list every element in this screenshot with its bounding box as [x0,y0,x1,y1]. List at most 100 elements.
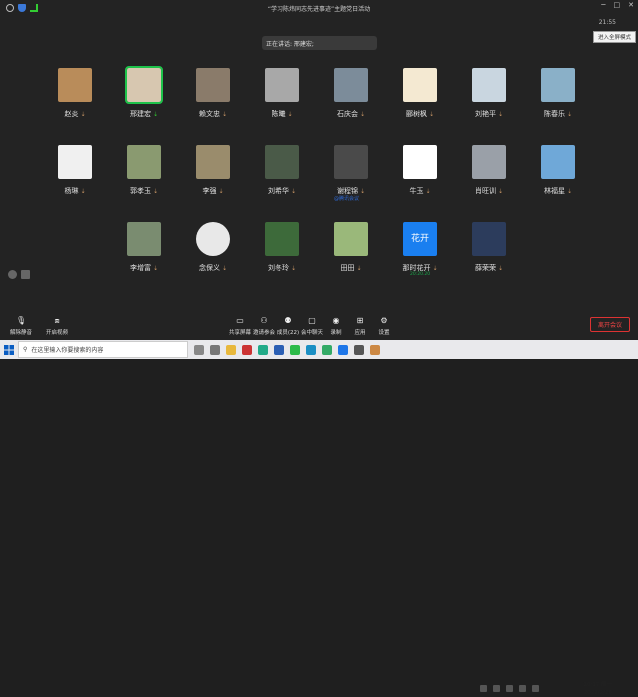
mic-icon: ⇣ [290,188,297,195]
app-icon[interactable] [370,344,380,355]
app-icon[interactable] [322,344,332,355]
participant-name: 赵炎 ⇣ [64,110,86,118]
mic-icon: ⇣ [497,265,504,272]
tencent-meeting-icon[interactable] [338,344,348,355]
mic-icon: ⇣ [221,111,228,118]
participant-avatar[interactable] [472,68,506,102]
windows-taskbar: ⚲ 在这里输入你要搜索的内容 20:17 周一 2022/2/28 [0,340,638,696]
mic-icon: ⇣ [566,188,573,195]
participant-avatar[interactable] [127,222,161,256]
fullscreen-tooltip: 进入全屏模式 [592,31,636,43]
participant-avatar[interactable] [58,68,92,102]
unmute-button[interactable]: 🎙 解除静音 [8,316,34,336]
participant-avatar[interactable]: 花开 [403,222,437,256]
signal-icon[interactable] [30,4,38,12]
participant-avatar[interactable] [334,145,368,179]
shield-icon[interactable] [18,4,26,12]
participant-avatar[interactable] [334,68,368,102]
participant-avatar[interactable] [472,222,506,256]
mic-icon: ⇣ [80,188,86,195]
participant-name: 念保义 ⇣ [198,264,228,272]
wechat-icon[interactable] [290,344,300,355]
apps-button[interactable]: ⊞ 应用 [348,316,372,336]
leave-meeting-button[interactable]: 离开会议 [590,317,630,332]
apps-icon: ⊞ [356,316,364,325]
ime-icon[interactable] [519,685,526,692]
participant-avatar[interactable] [403,145,437,179]
app-icon[interactable] [210,344,220,355]
invite-button[interactable]: ⚇ 邀请参会 [252,316,276,336]
word-icon[interactable] [274,344,284,355]
app-icon[interactable] [258,344,268,355]
edge-icon[interactable] [306,344,316,355]
participant-name: 李强 ⇣ [202,187,224,195]
participant-avatar[interactable] [265,222,299,256]
participant-avatar[interactable] [196,145,230,179]
participant-name: 刘冬玲 ⇣ [267,264,297,272]
mic-icon: ⇣ [152,188,159,195]
chat-button[interactable]: ▢ 会中聊天 [300,316,324,336]
layout-icon[interactable] [8,270,17,279]
record-button[interactable]: ◉ 录制 [324,316,348,336]
window-title: “学习陈炜同志先进事迹”主题党日活动 [267,5,371,13]
mic-icon: ⇣ [356,265,362,272]
task-view-icon[interactable] [194,344,204,355]
add-user-icon: ⚇ [260,316,268,325]
network-icon[interactable] [493,685,500,692]
mic-icon: ⇣ [218,188,224,195]
participant-avatar[interactable] [334,222,368,256]
windows-start-icon[interactable] [0,340,18,359]
participant-avatar[interactable] [541,145,575,179]
file-explorer-icon[interactable] [226,344,236,355]
info-icon[interactable] [6,4,14,12]
participant-name: 郭孝玉 ⇣ [129,187,159,195]
notification-icon[interactable] [532,685,539,692]
taskbar-search-input[interactable]: ⚲ 在这里输入你要搜索的内容 [18,341,188,358]
record-icon: ◉ [332,316,340,325]
participant-avatar[interactable] [265,145,299,179]
minimize-icon[interactable]: ─ [601,1,605,9]
participant-avatar[interactable] [196,222,230,256]
camera-off-icon: ⧈ [54,316,60,325]
speaking-indicator: 正在讲话: 邢建宏; [262,36,377,50]
default-avatar-icon [196,222,230,256]
participant-avatar[interactable] [541,68,575,102]
participant-name: 田田 ⇣ [340,264,362,272]
participant-avatar[interactable] [472,145,506,179]
share-icon: ▭ [236,316,244,325]
maximize-icon[interactable]: □ [614,1,621,9]
participant-name: 李增富 ⇣ [129,264,159,272]
mic-icon: ⇣ [425,188,431,195]
video-button[interactable]: ⧈ 开启视频 [44,316,70,336]
app-icon[interactable] [354,344,364,355]
mic-icon: ⇣ [290,265,297,272]
participant-name: 林福星 ⇣ [543,187,573,195]
taskbar-clock[interactable]: 20:17 周一 2022/2/28 [583,681,612,697]
participant-avatar[interactable] [403,68,437,102]
volume-icon[interactable] [506,685,513,692]
mic-icon: ⇣ [359,188,366,195]
participant-avatar[interactable] [58,145,92,179]
participant-name: 石庆会 ⇣ [336,110,366,118]
participant-avatar[interactable] [127,145,161,179]
gear-icon: ⚙ [380,316,388,325]
subtitle-icon[interactable] [21,270,30,279]
participant-avatar[interactable] [125,66,163,104]
participant-avatar[interactable] [265,68,299,102]
participant-name: 薛荣荣 ⇣ [474,264,504,272]
participant-avatar[interactable] [196,68,230,102]
mic-icon: ⇣ [152,265,159,272]
participant-name: 陈春乐 ⇣ [543,110,573,118]
close-icon[interactable]: ✕ [628,1,634,9]
tray-up-icon[interactable] [480,685,487,692]
members-button[interactable]: ⚉ 成员(22) [276,316,300,336]
mic-icon: ⇣ [152,111,159,118]
settings-button[interactable]: ⚙ 设置 [372,316,396,336]
participant-name: 牛玉 ⇣ [409,187,431,195]
participant-name: 郦树枫 ⇣ [405,110,435,118]
pdf-icon[interactable] [242,344,252,355]
meeting-window: “学习陈炜同志先进事迹”主题党日活动 ─ □ ✕ 21:55 进入全屏模式 正在… [0,0,638,340]
search-icon: ⚲ [23,346,28,353]
share-screen-button[interactable]: ▭ 共享屏幕 [228,316,252,336]
avatar-text: 花开 [410,234,429,244]
